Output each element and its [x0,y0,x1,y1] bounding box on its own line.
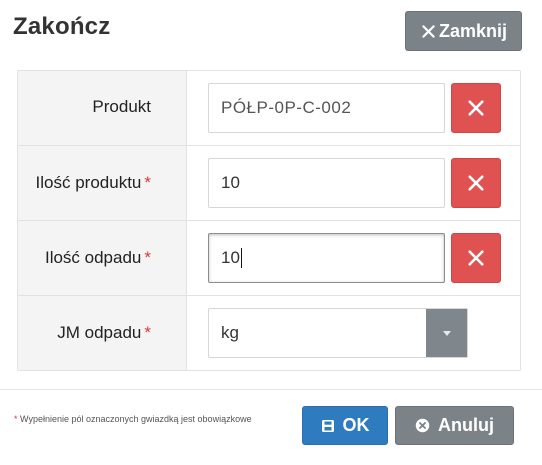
dialog-header: Zakończ Zamknij [0,0,542,58]
x-icon [468,100,484,116]
ok-button-label: OK [342,415,370,435]
field-label-waste-quantity: Ilość odpadu * [44,248,151,267]
clear-product-quantity-button[interactable] [451,158,501,208]
row-divider [18,145,520,146]
field-label-waste-unit: JM odpadu * [57,323,151,342]
footer-divider [0,389,542,390]
close-button[interactable]: Zamknij [405,11,522,51]
required-marker: * [144,323,151,342]
row-divider [18,295,520,296]
required-marker: * [144,173,151,192]
circle-x-icon [415,418,430,433]
close-button-label: Zamknij [438,20,508,41]
clear-product-button[interactable] [451,83,501,133]
text-cursor [240,248,242,268]
waste-unit-select[interactable]: kg [208,308,468,358]
product-quantity-field[interactable]: 10 [208,158,445,208]
x-icon [468,250,484,266]
ok-button[interactable]: OK [302,406,388,445]
row-divider [18,220,520,221]
waste-unit-value: kg [221,323,239,342]
field-label-product-quantity: Ilość produktu * [35,173,151,192]
clear-waste-quantity-button[interactable] [451,233,501,283]
waste-quantity-field[interactable]: 10 [208,233,445,283]
finish-dialog: Zakończ Zamknij Produkt PÓŁP-0P-C-002 Il… [0,0,542,465]
product-field[interactable]: PÓŁP-0P-C-002 [208,83,445,133]
field-label-product: Produkt [92,97,151,116]
required-fields-note: * Wypełnienie pól oznaczonych gwiazdką j… [14,414,252,424]
caret-down-icon[interactable] [426,309,467,357]
cancel-button[interactable]: Anuluj [395,406,514,445]
x-icon [422,24,435,38]
required-marker: * [144,248,151,267]
cancel-button-label: Anuluj [438,415,494,435]
save-icon [321,419,334,432]
x-icon [468,175,484,191]
dialog-title: Zakończ [13,13,111,40]
